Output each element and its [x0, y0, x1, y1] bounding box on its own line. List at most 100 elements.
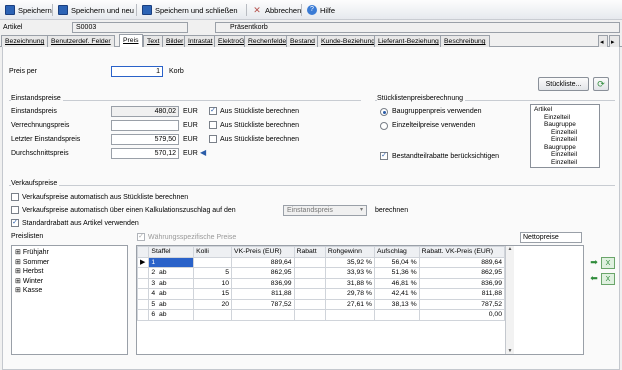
- table-row[interactable]: 4 ab 15 811,88 29,78 % 42,41 % 811,88: [136, 288, 506, 300]
- col-staffel[interactable]: Staffel: [148, 246, 195, 258]
- rabatt-cell[interactable]: [293, 288, 326, 300]
- verrechnung-calc-checkbox[interactable]: [209, 121, 217, 129]
- einzelteilpreise-radio[interactable]: [380, 122, 388, 130]
- rabatt-cell[interactable]: [293, 309, 326, 321]
- aufschlag-cell[interactable]: 56,04 %: [373, 256, 420, 268]
- kolli-cell[interactable]: [193, 309, 233, 321]
- tab-beschreibung[interactable]: Beschreibung: [440, 35, 490, 47]
- list-item[interactable]: ⊞ Frühjahr: [15, 248, 124, 258]
- vk-cell[interactable]: 862,95: [231, 267, 295, 279]
- rohgewinn-cell[interactable]: 31,88 %: [324, 277, 375, 289]
- aufschlag-cell[interactable]: 38,13 %: [373, 298, 420, 310]
- tab-text[interactable]: Text: [143, 35, 164, 47]
- durchschnitt-field[interactable]: 570,12: [111, 148, 179, 159]
- rabatt-vk-cell[interactable]: 787,52: [418, 298, 506, 310]
- vk-cell[interactable]: 787,52: [231, 298, 295, 310]
- kolli-cell[interactable]: [193, 256, 233, 268]
- rabatt-vk-cell[interactable]: 862,95: [418, 267, 506, 279]
- table-row[interactable]: 5 ab 20 787,52 27,61 % 38,13 % 787,52: [136, 298, 506, 310]
- move-left-button[interactable]: ⬅: [587, 273, 601, 285]
- vk-cell[interactable]: 889,64: [231, 256, 295, 268]
- scroll-up-icon[interactable]: ▲: [506, 246, 514, 252]
- staffel-cell[interactable]: 4 ab: [148, 288, 195, 300]
- col-kolli[interactable]: Kolli: [193, 246, 233, 258]
- staffel-cell[interactable]: 3 ab: [148, 277, 195, 289]
- bestandteilrabatte-checkbox[interactable]: ✓: [380, 152, 388, 160]
- currency-checkbox[interactable]: ✓: [137, 233, 145, 241]
- scroll-down-icon[interactable]: ▼: [506, 348, 514, 354]
- rabatt-vk-cell[interactable]: 0,00: [418, 309, 506, 321]
- refresh-icon[interactable]: ⟳: [593, 77, 609, 91]
- kalk-base-select[interactable]: Einstandspreis ▾: [283, 205, 367, 216]
- list-item[interactable]: ⊞ Sommer: [15, 258, 124, 268]
- tab-scroll-left-button[interactable]: ◂: [598, 35, 608, 47]
- table-row[interactable]: 6 ab 0,00: [136, 309, 506, 321]
- aufschlag-cell[interactable]: [373, 309, 420, 321]
- excel-export-icon[interactable]: X: [601, 257, 615, 269]
- tab-bezeichnung[interactable]: Bezeichnung: [1, 35, 49, 47]
- nettopreise-field[interactable]: Nettopreise: [520, 232, 582, 243]
- aufschlag-cell[interactable]: 42,41 %: [373, 288, 420, 300]
- table-row[interactable]: 2 ab 5 862,95 33,93 % 51,36 % 862,95: [136, 267, 506, 279]
- col-rohgewinn[interactable]: Rohgewinn: [324, 246, 375, 258]
- vk-cell[interactable]: 811,88: [231, 288, 295, 300]
- save-new-button[interactable]: Speichern und neu: [55, 3, 137, 17]
- staffel-cell[interactable]: 5 ab: [148, 298, 195, 310]
- vk-auto-stl-checkbox[interactable]: [11, 193, 19, 201]
- letzter-einstand-field[interactable]: 579,50: [111, 134, 179, 145]
- rabatt-cell[interactable]: [293, 277, 326, 289]
- list-item[interactable]: ⊞ Kasse: [15, 286, 124, 296]
- col-aufschlag[interactable]: Aufschlag: [373, 246, 420, 258]
- staffel-cell[interactable]: 2 ab: [148, 267, 195, 279]
- table-scrollbar[interactable]: ▲ ▼: [505, 246, 514, 354]
- article-number-field[interactable]: S0003: [72, 22, 188, 33]
- standardrabatt-checkbox[interactable]: ✓: [11, 219, 19, 227]
- verrechnung-field[interactable]: [111, 120, 179, 131]
- rohgewinn-cell[interactable]: 29,78 %: [324, 288, 375, 300]
- tab-scroll-right-button[interactable]: ▸: [609, 35, 620, 47]
- col-vk-preis[interactable]: VK-Preis (EUR): [231, 246, 295, 258]
- letzter-einstand-calc-checkbox[interactable]: [209, 135, 217, 143]
- rohgewinn-cell[interactable]: 27,61 %: [324, 298, 375, 310]
- einstand-calc-checkbox[interactable]: ✓: [209, 107, 217, 115]
- col-rabatt-vk-preis[interactable]: Rabatt. VK-Preis (EUR): [418, 246, 506, 258]
- vk-cell[interactable]: [231, 309, 295, 321]
- aufschlag-cell[interactable]: 51,36 %: [373, 267, 420, 279]
- save-close-button[interactable]: Speichern und schließen: [139, 3, 241, 17]
- vk-cell[interactable]: 836,99: [231, 277, 295, 289]
- rabatt-vk-cell[interactable]: 836,99: [418, 277, 506, 289]
- excel-import-icon[interactable]: X: [601, 273, 615, 285]
- staffel-cell[interactable]: 1: [148, 256, 195, 268]
- article-name-field[interactable]: Präsentkorb: [215, 22, 620, 33]
- stueckliste-button[interactable]: Stückliste...: [538, 77, 589, 91]
- help-button[interactable]: ? Hilfe: [304, 3, 338, 17]
- list-item[interactable]: ⊞ Herbst: [15, 267, 124, 277]
- aufschlag-cell[interactable]: 46,81 %: [373, 277, 420, 289]
- rohgewinn-cell[interactable]: 33,93 %: [324, 267, 375, 279]
- rabatt-cell[interactable]: [293, 298, 326, 310]
- einstand-field[interactable]: 480,02: [111, 106, 179, 117]
- rabatt-vk-cell[interactable]: 889,64: [418, 256, 506, 268]
- baugruppenpreis-radio[interactable]: [380, 108, 388, 116]
- tab-bestand[interactable]: Bestand: [286, 35, 319, 47]
- tab-preis[interactable]: Preis: [119, 34, 143, 48]
- kolli-cell[interactable]: 20: [193, 298, 233, 310]
- kolli-cell[interactable]: 15: [193, 288, 233, 300]
- kolli-cell[interactable]: 5: [193, 267, 233, 279]
- save-button[interactable]: Speichern: [2, 3, 55, 17]
- staffel-cell[interactable]: 6 ab: [148, 309, 195, 321]
- rabatt-vk-cell[interactable]: 811,88: [418, 288, 506, 300]
- col-rabatt[interactable]: Rabatt: [293, 246, 326, 258]
- vk-auto-kalk-checkbox[interactable]: [11, 206, 19, 214]
- move-right-button[interactable]: ➡: [587, 257, 601, 269]
- tab-intrastat[interactable]: Intrastat: [184, 35, 217, 47]
- list-item[interactable]: ⊞ Winter: [15, 277, 124, 287]
- tab-benutzerdef-felder[interactable]: Benutzerdef. Felder: [47, 35, 115, 47]
- table-row[interactable]: 3 ab 10 836,99 31,88 % 46,81 % 836,99: [136, 277, 506, 289]
- rabatt-cell[interactable]: [293, 267, 326, 279]
- cancel-button[interactable]: ✕ Abbrechen: [249, 3, 304, 17]
- rabatt-cell[interactable]: [293, 256, 326, 268]
- rohgewinn-cell[interactable]: [324, 309, 375, 321]
- rohgewinn-cell[interactable]: 35,92 %: [324, 256, 375, 268]
- table-row[interactable]: ▶ 1 889,64 35,92 % 56,04 % 889,64: [136, 256, 506, 268]
